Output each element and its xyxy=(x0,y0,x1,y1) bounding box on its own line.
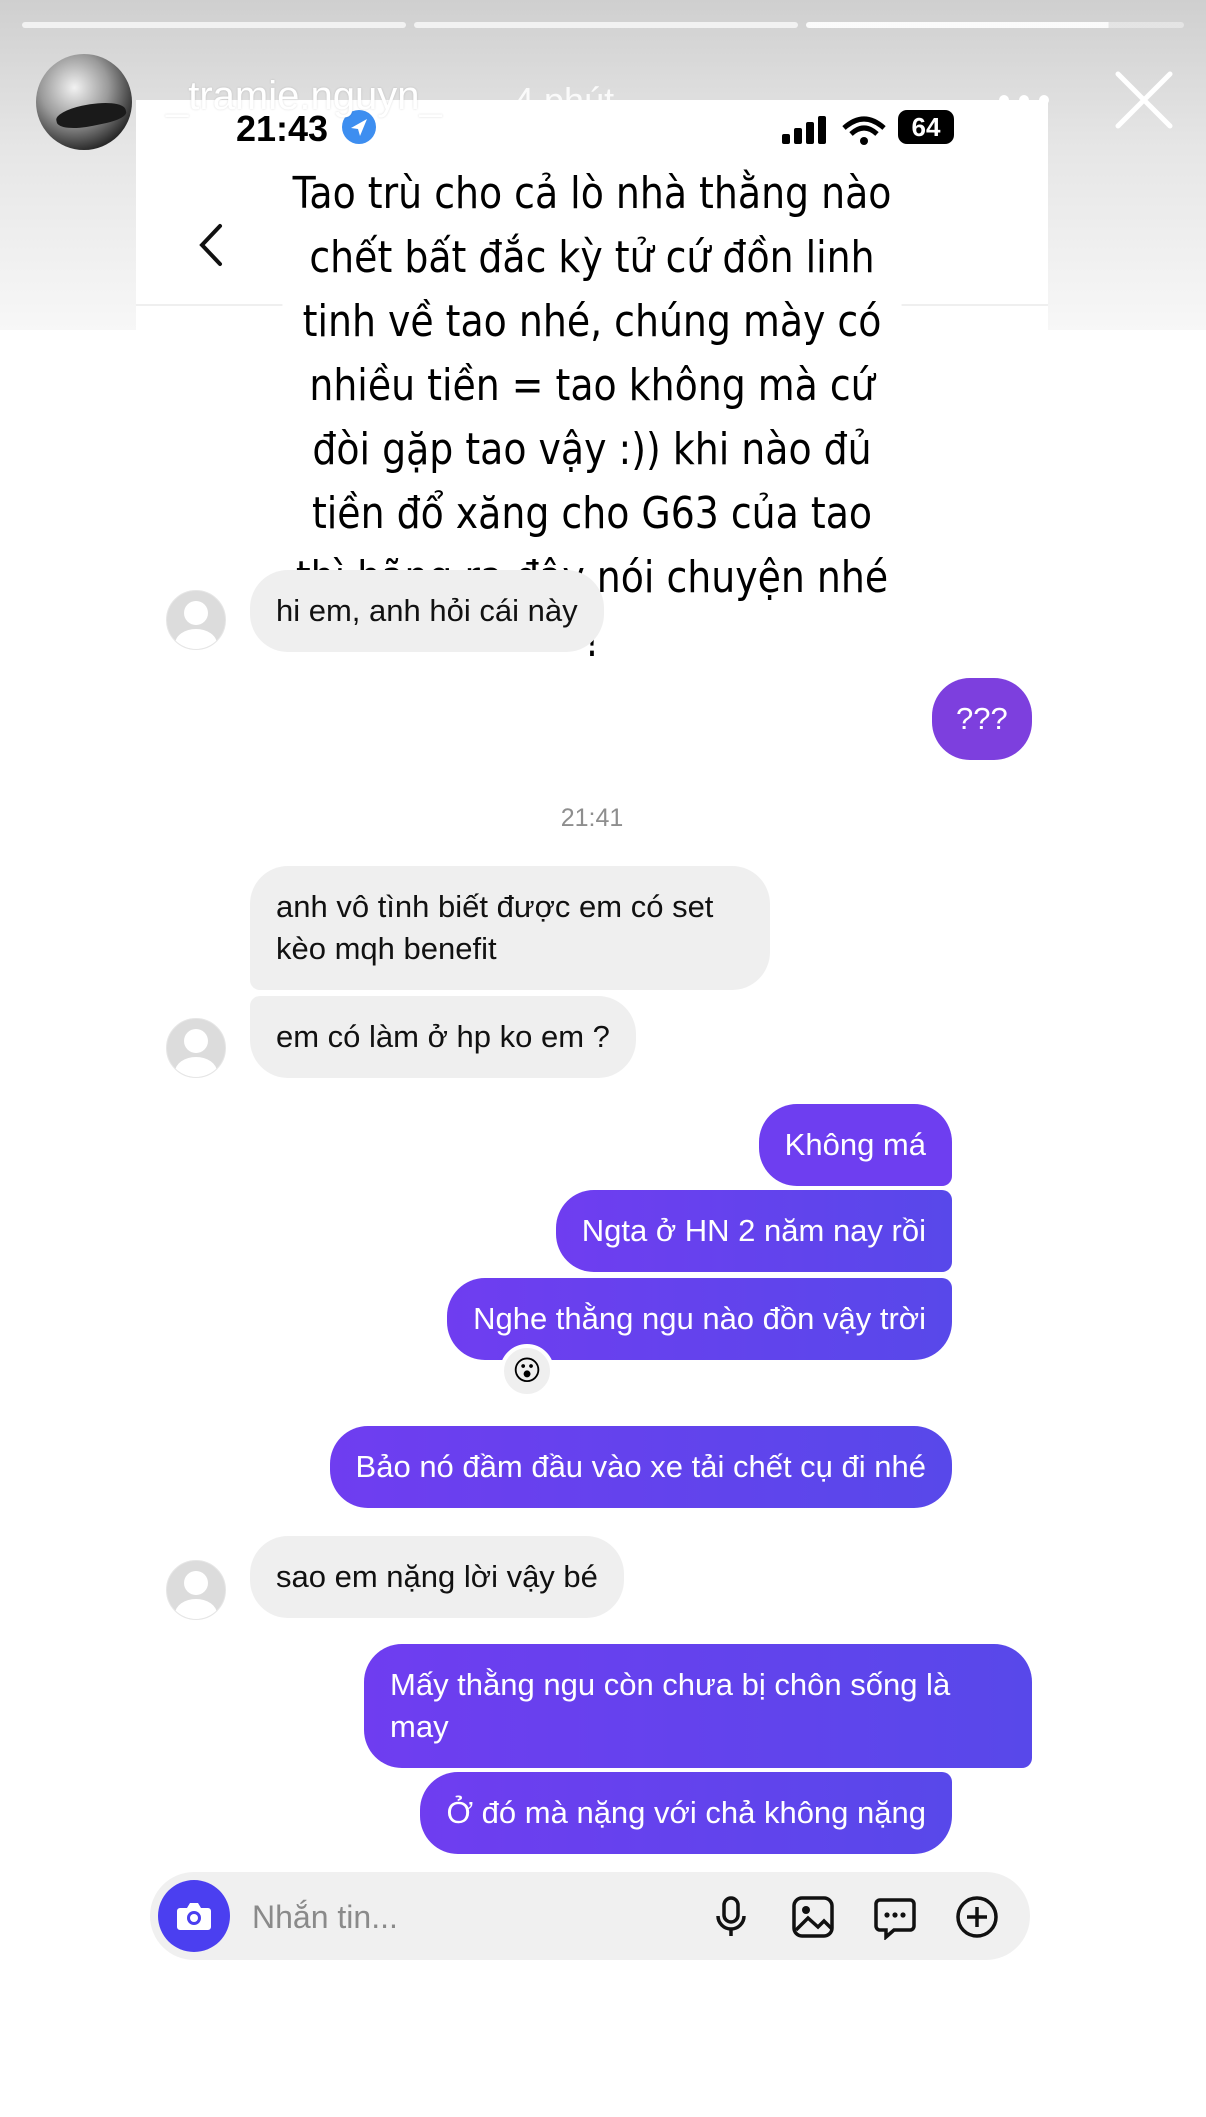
image-icon[interactable] xyxy=(790,1894,836,1940)
close-icon[interactable] xyxy=(1112,68,1176,132)
story-avatar[interactable] xyxy=(36,54,132,150)
more-icon[interactable] xyxy=(996,80,1052,120)
contact-avatar[interactable] xyxy=(166,1560,226,1620)
camera-button[interactable] xyxy=(158,1880,230,1952)
dm-screenshot: 21:43 64 Tao trù cho cả lò nhà thằng nào… xyxy=(136,100,1048,2055)
story-time-ago: 4 phút xyxy=(514,80,615,121)
message-incoming[interactable]: sao em nặng lời vậy bé xyxy=(250,1536,624,1618)
contact-avatar[interactable] xyxy=(166,1018,226,1078)
message-input[interactable] xyxy=(250,1890,654,1944)
message-outgoing[interactable]: Mấy thằng ngu còn chưa bị chôn sống là m… xyxy=(364,1644,1032,1768)
message-incoming[interactable]: anh vô tình biết được em có set kèo mqh … xyxy=(250,866,770,990)
message-incoming[interactable]: hi em, anh hỏi cái này xyxy=(250,570,604,652)
story-username[interactable]: _tramie.nguyn_ xyxy=(166,74,442,119)
message-composer xyxy=(150,1872,1030,1960)
sticker-icon[interactable] xyxy=(872,1894,918,1940)
chat-timestamp: 21:41 xyxy=(560,804,624,832)
story-progress-segment-2 xyxy=(414,22,798,28)
message-outgoing[interactable]: Ngta ở HN 2 năm nay rồi xyxy=(555,1190,952,1272)
message-outgoing[interactable]: Ở đó mà nặng với chả không nặng xyxy=(420,1772,952,1854)
story-footer xyxy=(0,2055,1206,2117)
back-icon[interactable] xyxy=(192,220,228,270)
story-progress-segment-3 xyxy=(806,22,1184,28)
microphone-icon[interactable] xyxy=(708,1894,754,1940)
battery-indicator: 64 xyxy=(898,110,954,144)
contact-avatar[interactable] xyxy=(166,590,226,650)
message-outgoing[interactable]: Không má xyxy=(758,1104,952,1186)
story-progress-segment-1 xyxy=(22,22,406,28)
message-outgoing[interactable]: Bảo nó đầm đầu vào xe tải chết cụ đi nhé xyxy=(329,1426,952,1508)
camera-icon xyxy=(177,1903,211,1930)
reaction-emoji[interactable]: 😮 xyxy=(500,1344,554,1398)
message-outgoing[interactable]: ??? xyxy=(932,678,1032,760)
message-incoming[interactable]: em có làm ở hp ko em ? xyxy=(250,996,636,1078)
plus-icon[interactable] xyxy=(954,1894,1000,1940)
